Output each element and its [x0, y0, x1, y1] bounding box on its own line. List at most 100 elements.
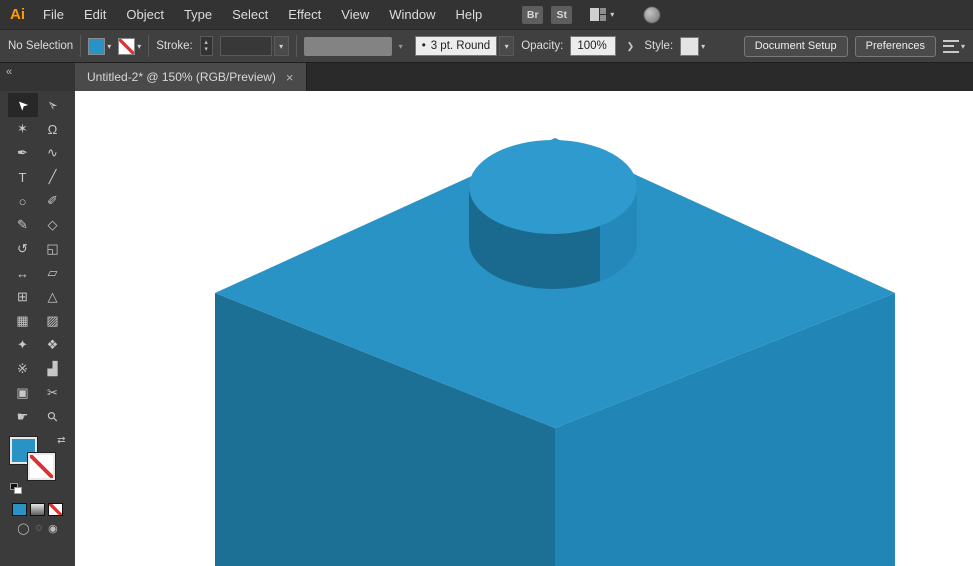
eyedropper-tool-icon: ✦ [17, 337, 28, 352]
line-segment-tool[interactable]: ╱ [38, 165, 68, 189]
chevron-down-icon[interactable]: ▾ [701, 42, 705, 51]
free-transform-tool[interactable]: ▱ [38, 261, 68, 285]
draw-inside-icon[interactable]: ◉ [48, 522, 58, 535]
scale-tool[interactable]: ◱ [38, 237, 68, 261]
brush-definition-dropdown[interactable]: ▾ [499, 36, 515, 56]
canvas[interactable] [75, 91, 973, 566]
opacity-input[interactable]: 100% [570, 36, 617, 56]
menu-view[interactable]: View [331, 0, 379, 29]
fill-color-control[interactable]: ▾ [88, 37, 111, 55]
stock-button[interactable]: St [551, 5, 573, 24]
width-profile-dropdown: ▾ [394, 37, 408, 56]
gpu-performance-icon[interactable] [644, 6, 661, 23]
swap-fill-stroke-icon[interactable]: ⇄ [57, 435, 65, 446]
stroke-weight-dropdown[interactable]: ▾ [273, 36, 289, 56]
brush-definition-field[interactable]: • 3 pt. Round [414, 36, 498, 56]
stud-top[interactable] [469, 140, 637, 234]
opacity-value: 100% [577, 40, 607, 52]
direct-selection-tool[interactable]: ➢ [38, 93, 68, 117]
paintbrush-tool-icon: ✐ [47, 193, 58, 208]
bridge-button[interactable]: Br [522, 5, 544, 24]
perspective-grid-tool[interactable]: △ [38, 285, 68, 309]
style-label: Style: [644, 40, 674, 52]
menu-effect[interactable]: Effect [278, 0, 331, 29]
draw-behind-icon[interactable]: ◌ [36, 522, 43, 535]
style-swatch[interactable] [680, 36, 700, 56]
menu-file[interactable]: File [33, 0, 74, 29]
type-tool[interactable]: T [8, 165, 38, 189]
pen-tool[interactable]: ✒ [8, 141, 38, 165]
stroke-color-control[interactable]: ▾ [118, 37, 141, 55]
collapse-panel-icon[interactable]: « [6, 66, 12, 78]
artboard-tool[interactable]: ▣ [8, 381, 38, 405]
direct-selection-tool-icon: ➢ [42, 96, 62, 115]
pencil-tool[interactable]: ✎ [8, 213, 38, 237]
selection-tool[interactable]: ➤ [7, 93, 38, 117]
symbol-sprayer-tool-icon: ※ [17, 361, 28, 376]
stroke-weight-field[interactable] [219, 36, 272, 56]
draw-normal-icon[interactable]: ◯ [17, 522, 29, 535]
rotate-tool[interactable]: ↺ [8, 237, 38, 261]
eyedropper-tool[interactable]: ✦ [8, 333, 38, 357]
column-graph-tool[interactable]: ▟ [38, 357, 68, 381]
mesh-tool[interactable]: ▦ [8, 309, 38, 333]
chevron-down-icon[interactable]: ▾ [107, 42, 111, 51]
menu-type[interactable]: Type [174, 0, 222, 29]
preferences-button[interactable]: Preferences [854, 35, 936, 57]
opacity-panel-button[interactable]: ❯ [623, 36, 637, 56]
shape-builder-tool[interactable]: ⊞ [8, 285, 38, 309]
chevron-down-icon[interactable]: ▾ [961, 42, 965, 51]
artboard-tool-icon: ▣ [16, 385, 29, 400]
document-tab[interactable]: Untitled-2* @ 150% (RGB/Preview) × [75, 63, 307, 91]
width-tool-icon: ↔ [16, 265, 29, 281]
type-tool-icon: T [18, 169, 27, 185]
zoom-tool[interactable]: ⚲ [38, 405, 68, 429]
fill-color-swatch[interactable] [88, 37, 106, 55]
stroke-color-swatch[interactable] [118, 37, 136, 55]
artwork-lego-brick[interactable] [75, 91, 973, 566]
workspace-switcher[interactable]: ▾ [590, 8, 614, 21]
align-control[interactable]: ▾ [942, 39, 965, 53]
brush-definition[interactable]: • 3 pt. Round ▾ [414, 36, 515, 56]
magic-wand-tool[interactable]: ✶ [8, 117, 38, 141]
lasso-tool-icon: Ω [47, 121, 58, 137]
gradient-tool[interactable]: ▨ [38, 309, 68, 333]
menu-select[interactable]: Select [222, 0, 278, 29]
document-setup-button[interactable]: Document Setup [743, 35, 848, 57]
stroke-swatch[interactable] [27, 453, 55, 480]
slice-tool[interactable]: ✂ [38, 381, 68, 405]
menu-object[interactable]: Object [116, 0, 174, 29]
default-fill-stroke-icon[interactable] [9, 483, 24, 495]
brush-bullet-icon: • [421, 40, 426, 52]
curvature-tool[interactable]: ∿ [38, 141, 68, 165]
selection-status: No Selection [8, 40, 74, 52]
stepper-down-icon[interactable]: ▾ [204, 46, 208, 53]
chevron-down-icon[interactable]: ▾ [137, 42, 141, 51]
ellipse-tool[interactable]: ○ [8, 189, 38, 213]
menu-window[interactable]: Window [379, 0, 445, 29]
hand-tool[interactable]: ☛ [8, 405, 38, 429]
separator [295, 35, 297, 57]
gradient-button[interactable] [30, 503, 45, 516]
paintbrush-tool[interactable]: ✐ [38, 189, 68, 213]
main-area: « ➤ ➢ ✶ Ω ✒ ∿ T ╱ ○ ✐ ✎ ◇ ↺ ◱ ↔ ▱ ⊞ △ ▦ … [0, 63, 973, 566]
close-icon[interactable]: × [286, 70, 294, 85]
stroke-weight-combo[interactable]: ▾ [219, 36, 289, 56]
perspective-grid-tool-icon: △ [47, 289, 58, 304]
none-button[interactable] [48, 503, 63, 516]
magic-wand-tool-icon: ✶ [17, 121, 28, 136]
style-control[interactable]: ▾ [680, 36, 705, 56]
symbol-sprayer-tool[interactable]: ※ [8, 357, 38, 381]
tool-grid: ➤ ➢ ✶ Ω ✒ ∿ T ╱ ○ ✐ ✎ ◇ ↺ ◱ ↔ ▱ ⊞ △ ▦ ▨ … [0, 91, 75, 429]
blend-tool[interactable]: ❖ [38, 333, 68, 357]
lasso-tool[interactable]: Ω [38, 117, 68, 141]
width-tool[interactable]: ↔ [8, 261, 38, 285]
opacity-label: Opacity: [521, 40, 564, 52]
color-button[interactable] [12, 503, 27, 516]
stroke-weight-stepper[interactable]: ▴ ▾ [199, 36, 213, 56]
eraser-tool[interactable]: ◇ [38, 213, 68, 237]
stepper-up-icon[interactable]: ▴ [204, 39, 208, 46]
menu-edit[interactable]: Edit [74, 0, 116, 29]
eraser-tool-icon: ◇ [47, 217, 58, 232]
menu-help[interactable]: Help [445, 0, 492, 29]
